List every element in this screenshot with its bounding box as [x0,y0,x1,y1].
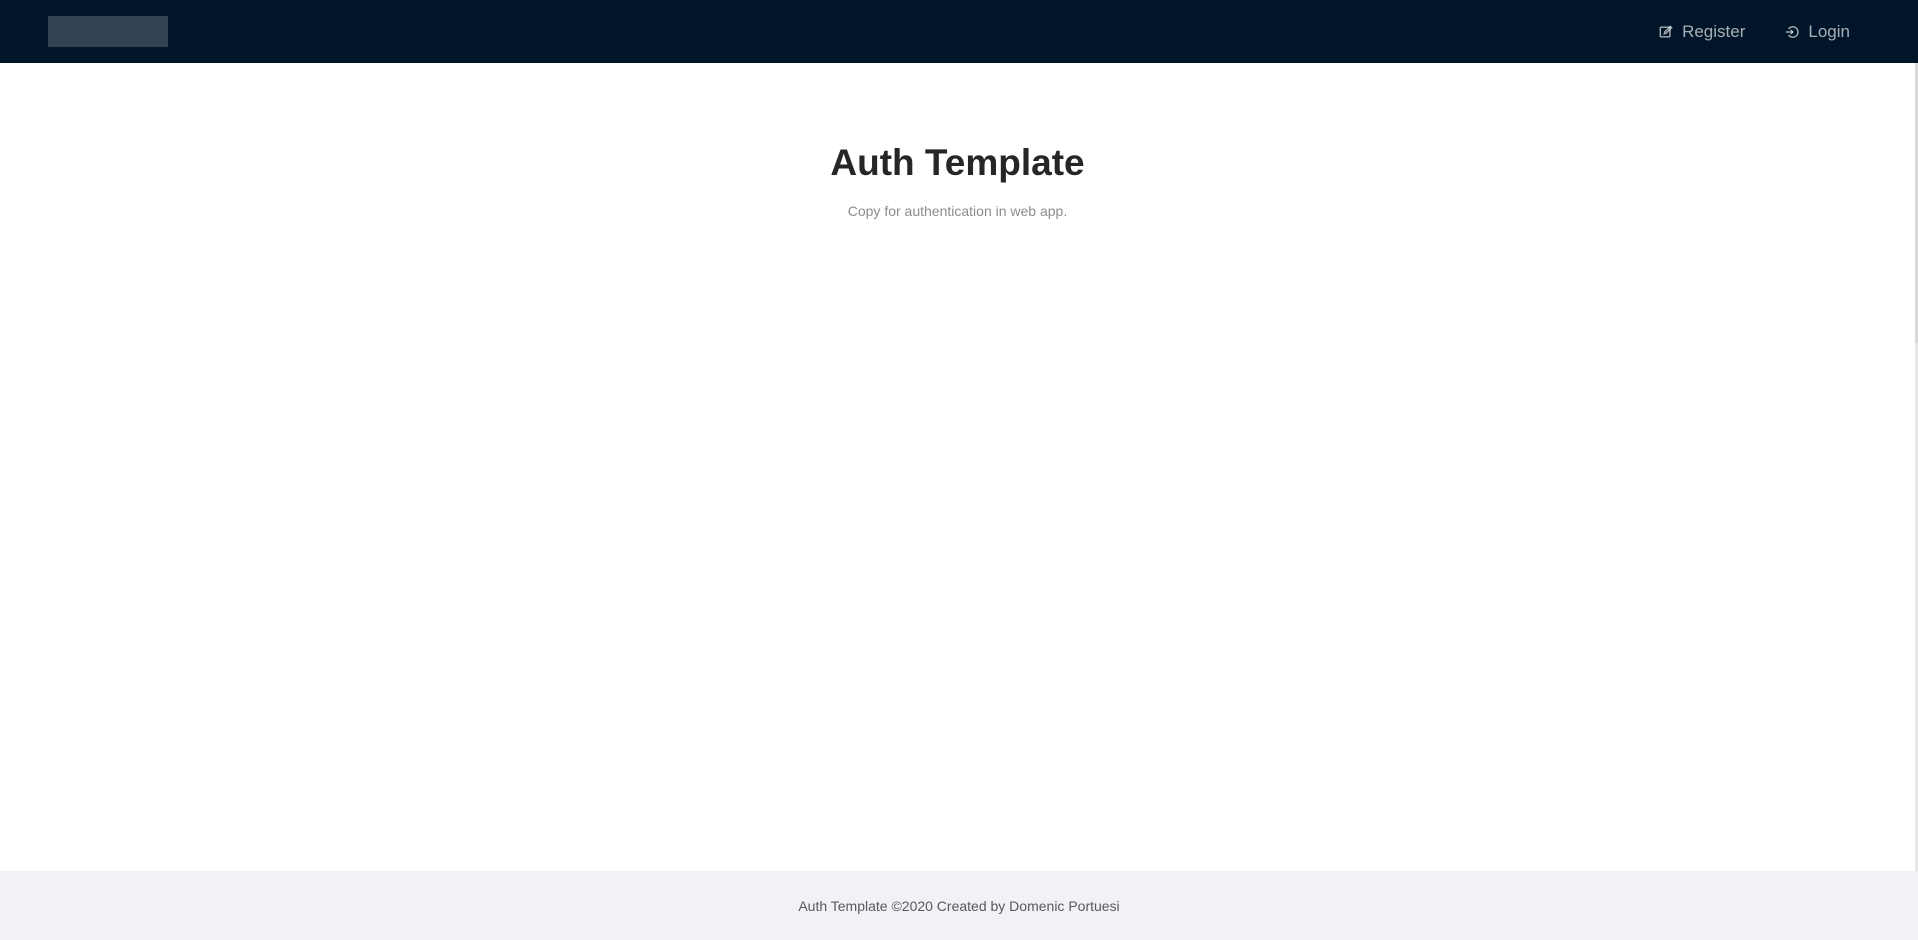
top-nav-bar: Register Login [0,0,1918,63]
edit-icon [1659,24,1673,38]
page: Register Login Auth Template Copy for au… [0,0,1918,940]
logo-placeholder[interactable] [48,16,168,47]
top-nav-menu: Register Login [1639,0,1870,63]
login-label: Login [1808,21,1850,41]
register-label: Register [1682,21,1746,41]
footer: Auth Template ©2020 Created by Domenic P… [0,871,1918,940]
register-link[interactable]: Register [1639,0,1765,63]
footer-text: Auth Template ©2020 Created by Domenic P… [798,897,1120,914]
login-link[interactable]: Login [1765,0,1870,63]
page-title: Auth Template [830,142,1085,183]
login-icon [1786,25,1800,38]
hero-section: Auth Template Copy for authentication in… [0,63,1915,219]
main-content: Auth Template Copy for authentication in… [0,63,1918,871]
page-subtitle: Copy for authentication in web app. [847,203,1068,220]
